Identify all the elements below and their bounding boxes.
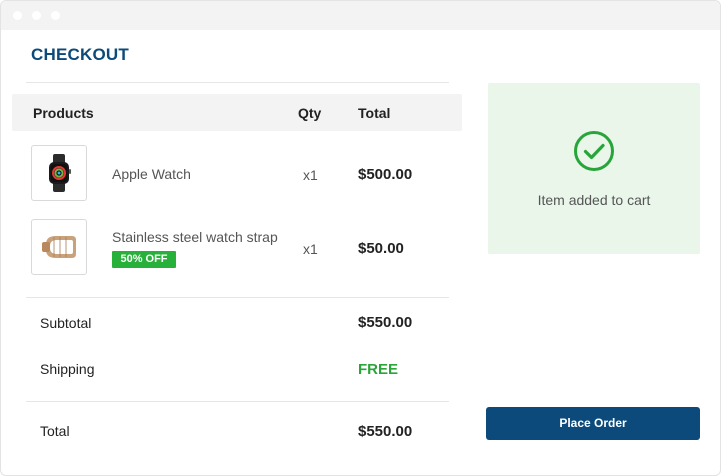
subtotal-value: $550.00 [358,314,413,331]
window-dot-icon [13,11,22,20]
subtotal-label: Subtotal [40,315,92,331]
item-total: $50.00 [358,240,404,257]
discount-badge: 50% OFF [112,251,176,268]
product-thumbnail[interactable] [31,145,87,201]
shipping-value: FREE [358,361,399,378]
window-dot-icon [51,11,60,20]
page-title: CHECKOUT [31,45,129,64]
notice-text: Item added to cart [537,192,651,208]
window-dot-icon [32,11,41,20]
check-circle-icon [574,131,614,171]
product-name[interactable]: Stainless steel watch strap [112,229,278,245]
divider [26,82,449,83]
apple-watch-icon [49,154,71,192]
watch-strap-icon [42,236,76,258]
shipping-label: Shipping [40,361,95,377]
product-name[interactable]: Apple Watch [112,166,191,182]
item-total: $500.00 [358,166,413,183]
column-header-products: Products [33,105,94,121]
place-order-button[interactable]: Place Order [486,407,700,440]
item-qty: x1 [303,241,318,257]
cart-notice: Item added to cart [488,83,700,254]
table-header: Products Qty Total [12,94,462,131]
divider [26,401,449,402]
total-label: Total [40,423,70,439]
column-header-total: Total [358,105,391,121]
divider [26,297,449,298]
window-titlebar [1,1,720,30]
product-thumbnail[interactable] [31,219,87,275]
column-header-qty: Qty [298,105,322,121]
total-value: $550.00 [358,423,413,440]
item-qty: x1 [303,167,318,183]
checkout-window: CHECKOUT Products Qty Total Apple Watch … [0,0,721,476]
